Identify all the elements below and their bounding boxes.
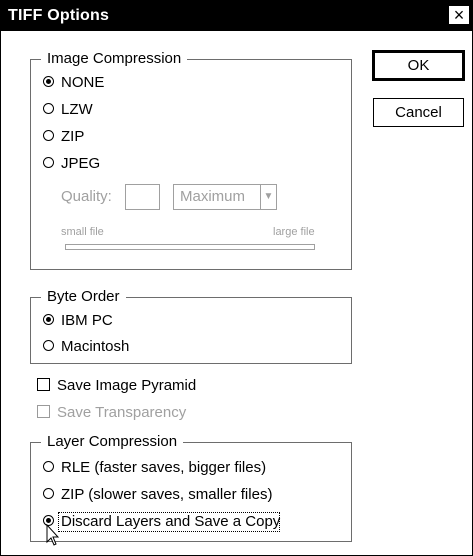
radio-label: IBM PC	[61, 312, 113, 329]
radio-label: Macintosh	[61, 338, 130, 355]
radio-indicator	[43, 103, 54, 114]
quality-input[interactable]	[125, 184, 160, 210]
layer-compression-group: Layer Compression RLE (faster saves, big…	[30, 432, 352, 542]
checkbox-indicator	[37, 405, 50, 418]
byte-order-group: Byte Order IBM PC Macintosh	[30, 287, 352, 364]
radio-byte-order-ibm-pc[interactable]: IBM PC	[43, 312, 163, 332]
radio-compression-none[interactable]: NONE	[43, 74, 163, 94]
image-compression-group: Image Compression NONE LZW ZIP JPEG Qual…	[30, 49, 352, 270]
small-file-label: small file	[61, 226, 104, 238]
ok-button[interactable]: OK	[372, 50, 465, 81]
radio-compression-zip[interactable]: ZIP	[43, 128, 163, 148]
radio-indicator	[43, 157, 54, 168]
checkbox-label: Save Image Pyramid	[57, 377, 197, 394]
dialog-title: TIFF Options	[8, 7, 110, 24]
save-transparency-checkbox[interactable]: Save Transparency	[37, 404, 217, 424]
radio-label: ZIP	[61, 128, 85, 145]
checkbox-indicator	[37, 378, 50, 391]
quality-preset-select[interactable]: Maximum ▼	[173, 184, 277, 210]
radio-indicator	[43, 130, 54, 141]
radio-layer-rle[interactable]: RLE (faster saves, bigger files)	[43, 459, 293, 479]
radio-indicator	[43, 340, 54, 351]
layer-compression-legend: Layer Compression	[41, 432, 184, 452]
radio-compression-lzw[interactable]: LZW	[43, 101, 163, 121]
large-file-label: large file	[273, 226, 315, 238]
radio-label: JPEG	[61, 155, 101, 172]
byte-order-legend: Byte Order	[41, 287, 126, 307]
tiff-options-dialog: TIFF Options × OK Cancel Image Compressi…	[0, 0, 473, 556]
mouse-pointer-icon	[46, 524, 60, 546]
radio-compression-jpeg[interactable]: JPEG	[43, 155, 163, 175]
checkbox-label: Save Transparency	[57, 404, 187, 421]
radio-indicator	[43, 488, 54, 499]
radio-label: NONE	[61, 74, 105, 91]
image-compression-legend: Image Compression	[41, 49, 188, 69]
radio-byte-order-macintosh[interactable]: Macintosh	[43, 338, 163, 358]
close-icon: ×	[453, 5, 465, 25]
chevron-down-icon: ▼	[260, 185, 276, 209]
radio-indicator	[43, 314, 54, 325]
quality-preset-value: Maximum	[180, 188, 246, 205]
radio-layer-zip[interactable]: ZIP (slower saves, smaller files)	[43, 486, 293, 506]
title-bar[interactable]: TIFF Options ×	[1, 1, 472, 31]
focus-rectangle	[58, 512, 280, 532]
close-button[interactable]: ×	[448, 5, 470, 25]
radio-indicator	[43, 461, 54, 472]
quality-slider[interactable]	[65, 244, 315, 250]
save-image-pyramid-checkbox[interactable]: Save Image Pyramid	[37, 377, 217, 397]
radio-indicator	[43, 76, 54, 87]
quality-label: Quality:	[61, 188, 112, 205]
radio-label: LZW	[61, 101, 93, 118]
radio-label: RLE (faster saves, bigger files)	[61, 459, 267, 476]
radio-label: ZIP (slower saves, smaller files)	[61, 486, 273, 503]
radio-layer-discard[interactable]: Discard Layers and Save a Copy	[43, 512, 293, 533]
cancel-button[interactable]: Cancel	[373, 98, 464, 127]
